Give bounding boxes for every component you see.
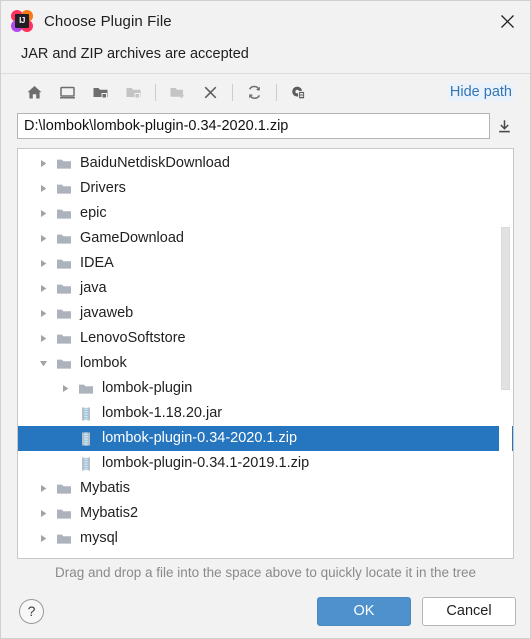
tree-row[interactable]: lombok-plugin bbox=[18, 376, 513, 401]
folder-icon bbox=[76, 381, 96, 397]
tree-row[interactable]: Mybatis bbox=[18, 476, 513, 501]
drag-drop-hint: Drag and drop a file into the space abov… bbox=[54, 565, 476, 580]
folder-icon bbox=[54, 531, 74, 547]
chevron-right-icon[interactable] bbox=[32, 309, 54, 318]
chevron-right-icon[interactable] bbox=[32, 159, 54, 168]
folder-icon bbox=[54, 356, 74, 372]
tree-row-label: lombok-plugin-0.34-2020.1.zip bbox=[102, 430, 298, 447]
tree-row-label: mysql bbox=[80, 530, 118, 547]
folder-icon bbox=[54, 181, 74, 197]
tree-row[interactable]: javaweb bbox=[18, 301, 513, 326]
project-folder-icon[interactable] bbox=[85, 79, 115, 105]
tree-row-label: javaweb bbox=[80, 305, 134, 322]
tree-row[interactable]: GameDownload bbox=[18, 226, 513, 251]
tree-row-label: LenovoSoftstore bbox=[80, 330, 186, 347]
tree-row[interactable]: lombok bbox=[18, 351, 513, 376]
tree-row-label: Drivers bbox=[80, 180, 126, 197]
hide-path-link[interactable]: Hide path bbox=[447, 83, 514, 101]
archive-file-icon bbox=[76, 456, 96, 472]
tree-row-label: lombok-1.18.20.jar bbox=[102, 405, 223, 422]
tree-row[interactable]: lombok-1.18.20.jar bbox=[18, 401, 513, 426]
footer-button-group: OK Cancel bbox=[317, 596, 516, 626]
tree-row-label: GameDownload bbox=[80, 230, 184, 247]
chevron-right-icon[interactable] bbox=[32, 184, 54, 193]
new-folder-icon bbox=[162, 79, 192, 105]
toolbar-separator-2 bbox=[232, 83, 233, 101]
tree-scrollbar[interactable] bbox=[499, 150, 512, 557]
chevron-right-icon[interactable] bbox=[32, 259, 54, 268]
ok-button[interactable]: OK bbox=[317, 596, 411, 626]
folder-icon bbox=[54, 281, 74, 297]
cancel-button[interactable]: Cancel bbox=[422, 596, 516, 626]
chevron-right-icon[interactable] bbox=[32, 284, 54, 293]
intellij-idea-icon: IJ bbox=[11, 10, 33, 32]
folder-icon bbox=[54, 156, 74, 172]
help-button[interactable]: ? bbox=[19, 598, 44, 624]
dialog-footer: ? OK Cancel bbox=[1, 584, 530, 638]
chevron-right-icon[interactable] bbox=[32, 209, 54, 218]
toolbar: Hide path bbox=[1, 74, 530, 110]
folder-icon bbox=[54, 306, 74, 322]
toolbar-separator-3 bbox=[276, 83, 277, 101]
tree-row[interactable]: LenovoSoftstore bbox=[18, 326, 513, 351]
tree-row-label: lombok-plugin-0.34.1-2019.1.zip bbox=[102, 455, 310, 472]
intellij-idea-icon-text: IJ bbox=[15, 14, 29, 28]
window-title: Choose Plugin File bbox=[44, 12, 172, 30]
chevron-right-icon[interactable] bbox=[32, 334, 54, 343]
tree-row[interactable]: epic bbox=[18, 201, 513, 226]
toolbar-container: Hide path bbox=[1, 73, 530, 110]
tree-row-label: BaiduNetdiskDownload bbox=[80, 155, 230, 172]
tree-row[interactable]: lombok-plugin-0.34.1-2019.1.zip bbox=[18, 451, 513, 476]
refresh-icon[interactable] bbox=[239, 79, 269, 105]
choose-plugin-file-dialog: IJ Choose Plugin File JAR and ZIP archiv… bbox=[0, 0, 531, 639]
tree-row[interactable]: Drivers bbox=[18, 176, 513, 201]
delete-icon[interactable] bbox=[195, 79, 225, 105]
file-tree-panel[interactable]: BaiduNetdiskDownload Drivers epic GameDownl… bbox=[17, 148, 514, 559]
tree-row-label: lombok-plugin bbox=[102, 380, 193, 397]
chevron-right-icon[interactable] bbox=[32, 534, 54, 543]
tree-row-label: Mybatis2 bbox=[80, 505, 139, 522]
chevron-right-icon[interactable] bbox=[32, 509, 54, 518]
tree-row-label: lombok bbox=[80, 355, 127, 372]
folder-icon bbox=[54, 481, 74, 497]
chevron-right-icon[interactable] bbox=[32, 484, 54, 493]
tree-row-label: IDEA bbox=[80, 255, 114, 272]
tree-row[interactable]: BaiduNetdiskDownload bbox=[18, 151, 513, 176]
title-bar: IJ Choose Plugin File bbox=[1, 1, 530, 41]
tree-row-label: java bbox=[80, 280, 107, 297]
path-row bbox=[1, 110, 530, 142]
tree-row-label: epic bbox=[80, 205, 107, 222]
show-hidden-files-icon[interactable] bbox=[283, 79, 313, 105]
archive-file-icon bbox=[76, 406, 96, 422]
folder-icon bbox=[54, 231, 74, 247]
folder-icon bbox=[54, 331, 74, 347]
download-arrow-icon[interactable] bbox=[490, 113, 518, 139]
module-folder-icon bbox=[118, 79, 148, 105]
folder-icon bbox=[54, 206, 74, 222]
tree-row[interactable]: lombok-plugin-0.34-2020.1.zip bbox=[18, 426, 513, 451]
tree-row[interactable]: Mybatis2 bbox=[18, 501, 513, 526]
home-icon[interactable] bbox=[19, 79, 49, 105]
chevron-right-icon[interactable] bbox=[54, 384, 76, 393]
close-icon[interactable] bbox=[484, 1, 530, 41]
chevron-right-icon[interactable] bbox=[32, 234, 54, 243]
tree-scrollbar-thumb[interactable] bbox=[501, 227, 510, 391]
chevron-down-icon[interactable] bbox=[32, 359, 54, 368]
tree-row[interactable]: IDEA bbox=[18, 251, 513, 276]
tree-row[interactable]: mysql bbox=[18, 526, 513, 551]
tree-row-label: Mybatis bbox=[80, 480, 130, 497]
desktop-icon[interactable] bbox=[52, 79, 82, 105]
dialog-subtitle: JAR and ZIP archives are accepted bbox=[21, 46, 249, 62]
archive-file-icon bbox=[76, 431, 96, 447]
folder-icon bbox=[54, 506, 74, 522]
path-input[interactable] bbox=[17, 113, 490, 139]
tree-row[interactable]: java bbox=[18, 276, 513, 301]
toolbar-separator-1 bbox=[155, 83, 156, 101]
folder-icon bbox=[54, 256, 74, 272]
file-tree[interactable]: BaiduNetdiskDownload Drivers epic GameDownl… bbox=[18, 149, 513, 558]
